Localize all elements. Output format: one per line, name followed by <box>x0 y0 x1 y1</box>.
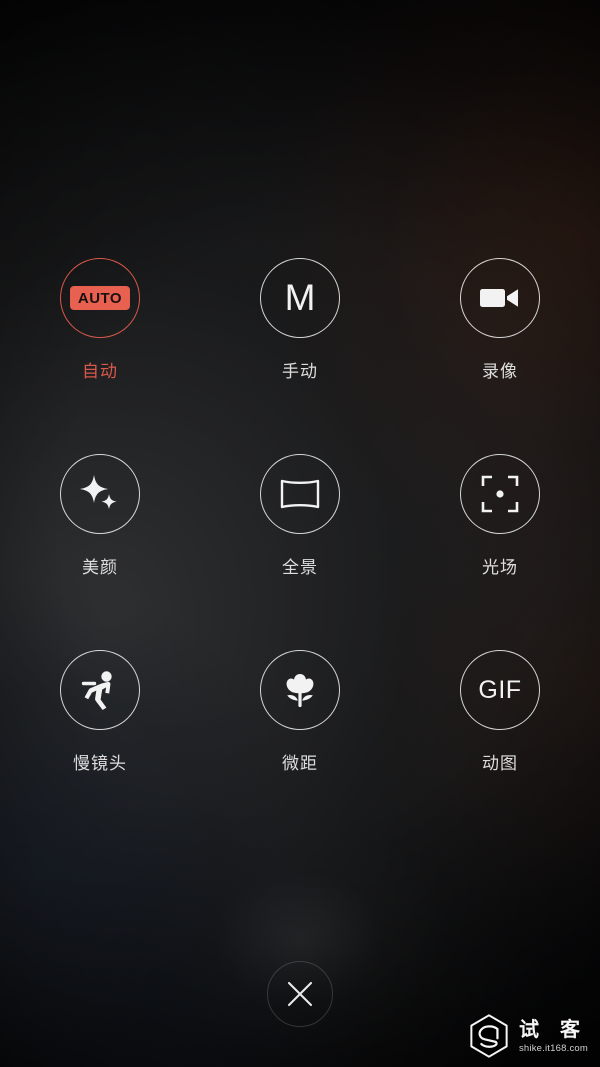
mode-circle-auto: AUTO <box>60 258 140 338</box>
mode-label-slowmotion: 慢镜头 <box>73 754 127 774</box>
camera-mode-screen: AUTO 自动 M 手动 录像 美颜 全景 光场 慢镜头 微距 GIF 动图 试… <box>0 0 600 1067</box>
manual-m-icon: M <box>284 276 316 318</box>
mode-label-manual: 手动 <box>282 362 318 382</box>
mode-item-slowmotion[interactable]: 慢镜头 <box>0 650 200 774</box>
close-button[interactable] <box>267 961 333 1027</box>
mode-circle-panorama <box>260 454 340 534</box>
watermark-text: 试 客 shike.it168.com <box>518 1016 588 1054</box>
mode-grid: AUTO 自动 M 手动 录像 美颜 全景 光场 慢镜头 微距 GIF 动图 <box>0 258 600 774</box>
mode-circle-gif: GIF <box>460 650 540 730</box>
mode-circle-lightfield <box>460 454 540 534</box>
mode-item-beauty[interactable]: 美颜 <box>0 454 200 578</box>
macro-flower-icon <box>286 674 314 707</box>
mode-label-video: 录像 <box>482 362 518 382</box>
mode-item-video[interactable]: 录像 <box>400 258 600 382</box>
mode-item-macro[interactable]: 微距 <box>200 650 400 774</box>
mode-item-manual[interactable]: M 手动 <box>200 258 400 382</box>
mode-item-gif[interactable]: GIF 动图 <box>400 650 600 774</box>
mode-label-panorama: 全景 <box>282 558 318 578</box>
mode-circle-manual: M <box>260 258 340 338</box>
mode-label-macro: 微距 <box>282 754 318 774</box>
gif-text-icon: GIF <box>478 675 522 704</box>
mode-item-auto[interactable]: AUTO 自动 <box>0 258 200 382</box>
light-field-focus-icon <box>481 475 519 513</box>
mode-label-beauty: 美颜 <box>82 558 118 578</box>
mode-item-panorama[interactable]: 全景 <box>200 454 400 578</box>
watermark-url: shike.it168.com <box>518 1042 588 1054</box>
mode-item-lightfield[interactable]: 光场 <box>400 454 600 578</box>
mode-circle-slowmotion <box>60 650 140 730</box>
watermark: 试 客 shike.it168.com <box>466 1013 588 1059</box>
watermark-brand: 试 客 <box>518 1016 587 1041</box>
shike-hexagon-logo <box>470 1014 508 1058</box>
mode-label-lightfield: 光场 <box>482 558 518 578</box>
mode-label-auto: 自动 <box>82 362 118 382</box>
mode-circle-macro <box>260 650 340 730</box>
video-camera-icon <box>480 289 518 307</box>
mode-label-gif: 动图 <box>482 754 518 774</box>
mode-circle-beauty <box>60 454 140 534</box>
auto-badge-icon: AUTO <box>69 286 131 310</box>
mode-circle-video <box>460 258 540 338</box>
beauty-sparkle-icon <box>80 475 117 510</box>
slow-motion-runner-icon <box>81 671 112 710</box>
close-x-icon <box>287 981 313 1007</box>
panorama-icon <box>280 479 320 509</box>
